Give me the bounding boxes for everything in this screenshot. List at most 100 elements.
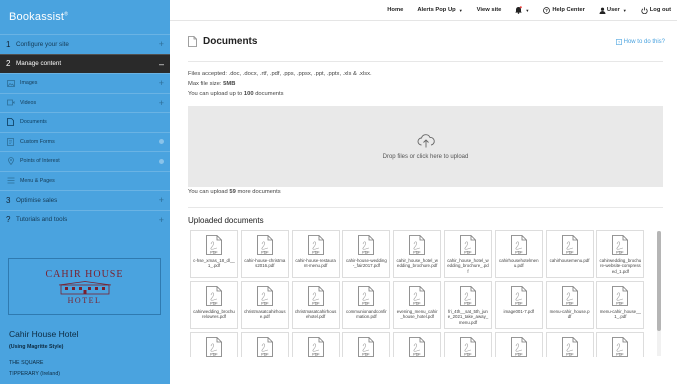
document-tile[interactable]: PDF cahir-house-wedding-_fair2017.pdf bbox=[342, 230, 391, 278]
alerts-popup-menu[interactable]: Alerts Pop Up ▼ bbox=[417, 7, 462, 13]
document-tile[interactable]: PDF cahirwedding_brochure-website-compres… bbox=[596, 230, 645, 278]
document-filename: evening_menu_cahir_house_hotel.pdf bbox=[396, 309, 438, 320]
divider bbox=[188, 207, 663, 208]
document-tile[interactable]: PDF cahirhousehotelmenu.pdf bbox=[494, 230, 543, 278]
document-filename: cahir-house-restaurant-menu.pdf bbox=[295, 258, 336, 269]
document-filename: fri_4th__sat_5th_june_2021_take_away_men… bbox=[447, 309, 489, 325]
pdf-file-icon: PDF bbox=[561, 337, 578, 357]
help-center-link[interactable]: ? Help Center bbox=[543, 6, 585, 14]
sidebar-item-custom-forms[interactable]: Custom Forms bbox=[0, 131, 170, 152]
hotel-address-line2: TIPPERARY (Ireland) bbox=[9, 371, 61, 377]
pdf-badge: PDF bbox=[210, 250, 218, 254]
sidebar-item-manage-content[interactable]: 2 Manage content – bbox=[0, 53, 170, 73]
document-filename: cahir-house-christmas2016.pdf bbox=[244, 258, 286, 269]
pdf-file-icon: PDF bbox=[358, 337, 375, 357]
pdf-file-icon: PDF bbox=[256, 286, 273, 306]
document-tile[interactable]: PDF cahir_house_hotel_wedding_brochure.pd… bbox=[393, 230, 442, 278]
pdf-file-icon: PDF bbox=[409, 235, 426, 255]
document-tile[interactable]: PDF bbox=[494, 332, 543, 357]
sidebar-item-tutorials-tools[interactable]: ? Tutorials and tools + bbox=[0, 209, 170, 230]
pdf-file-icon: PDF bbox=[256, 235, 273, 255]
document-filename: menu-cahir_house__1_.pdf bbox=[599, 309, 641, 320]
document-tile[interactable]: PDF bbox=[393, 332, 442, 357]
document-tile[interactable]: PDF bbox=[291, 332, 340, 357]
document-tile[interactable]: PDF bbox=[342, 332, 391, 357]
sidebar-item-configure-site[interactable]: 1 Configure your site + bbox=[0, 34, 170, 54]
upload-dropzone[interactable]: Drop files or click here to upload bbox=[188, 106, 663, 187]
document-icon bbox=[188, 36, 197, 47]
image-icon bbox=[5, 79, 16, 87]
document-filename: cahir-house-wedding-_fair2017.pdf bbox=[346, 258, 387, 269]
document-tile[interactable]: PDF cahirwedding_brochurelowres.pdf bbox=[190, 281, 238, 329]
pdf-badge: PDF bbox=[261, 301, 269, 305]
pdf-file-icon: PDF bbox=[460, 337, 476, 357]
menu-icon bbox=[5, 177, 16, 184]
scrollbar-thumb[interactable] bbox=[657, 231, 661, 331]
document-tile[interactable]: PDF menu-cahir_house.pdf bbox=[545, 281, 594, 329]
document-tile[interactable]: PDF bbox=[545, 332, 594, 357]
pdf-file-icon: PDF bbox=[256, 337, 273, 357]
document-tile[interactable]: PDF image001-7.pdf bbox=[494, 281, 543, 329]
document-tile[interactable]: PDF fri_4th__sat_5th_june_2021_take_away_… bbox=[443, 281, 492, 329]
document-filename: menu-cahir_house.pdf bbox=[549, 309, 590, 320]
pdf-file-icon: PDF bbox=[307, 235, 324, 255]
document-filename: christmasatcahirhousehotel.pdf bbox=[294, 309, 337, 320]
document-tile[interactable]: PDF bbox=[240, 332, 289, 357]
power-icon bbox=[641, 6, 648, 14]
pdf-badge: PDF bbox=[363, 352, 371, 356]
documents-scrollbar[interactable] bbox=[657, 231, 661, 356]
document-tile[interactable]: PDF cahir-house-restaurant-menu.pdf bbox=[291, 230, 340, 278]
sidebar-item-optimise-sales[interactable]: 3 Optimise sales + bbox=[0, 190, 170, 210]
documents-grid: PDF c-hse_xmas_18_dl__1_.pdf PDF cahir-hous… bbox=[188, 230, 664, 357]
pdf-badge: PDF bbox=[261, 352, 269, 356]
view-site-link[interactable]: View site bbox=[477, 7, 502, 13]
max-file-size-text: Max file size: 5MB bbox=[188, 81, 236, 87]
hotel-address-line1: THE SQUARE bbox=[9, 360, 44, 366]
document-tile[interactable]: PDF christmasatcahirhousehotel.pdf bbox=[291, 281, 340, 329]
bell-icon bbox=[515, 6, 523, 14]
notifications-menu[interactable]: ▼ bbox=[515, 6, 529, 14]
pdf-file-icon: PDF bbox=[409, 337, 426, 357]
pdf-file-icon: PDF bbox=[358, 286, 375, 306]
sidebar-item-points-of-interest[interactable]: Points of Interest bbox=[0, 151, 170, 171]
document-tile[interactable]: PDF c-hse_xmas_18_dl__1_.pdf bbox=[190, 230, 238, 278]
collapse-icon: – bbox=[158, 58, 164, 69]
pdf-file-icon: PDF bbox=[460, 235, 476, 255]
home-link[interactable]: Home bbox=[387, 7, 403, 13]
sidebar-item-documents[interactable]: Documents bbox=[0, 112, 170, 132]
cloud-upload-icon bbox=[417, 133, 435, 147]
user-menu[interactable]: User ▼ bbox=[599, 7, 627, 14]
document-tile[interactable]: PDF menu-cahir_house__1_.pdf bbox=[596, 281, 645, 329]
pdf-file-icon: PDF bbox=[206, 286, 222, 306]
how-to-link[interactable]: ? How to do this? bbox=[615, 39, 665, 45]
document-tile[interactable]: PDF bbox=[596, 332, 645, 357]
document-tile[interactable]: PDF bbox=[443, 332, 492, 357]
expand-icon: + bbox=[158, 214, 164, 225]
document-filename: cahir_house_hotel_wedding_brochure_.pdf bbox=[447, 258, 489, 274]
pdf-file-icon: PDF bbox=[510, 235, 527, 255]
help-icon: ? bbox=[543, 6, 551, 14]
bookassist-logo[interactable]: Bookassist® bbox=[9, 11, 68, 23]
map-pin-icon bbox=[5, 157, 16, 166]
sidebar-item-menu-pages[interactable]: Menu & Pages bbox=[0, 170, 170, 191]
pdf-file-icon: PDF bbox=[612, 337, 629, 357]
sidebar: Bookassist® 1 Configure your site + 2 Ma… bbox=[0, 0, 170, 384]
main-content: Documents ? How to do this? Files accept… bbox=[170, 22, 677, 384]
pdf-badge: PDF bbox=[210, 301, 218, 305]
document-tile[interactable]: PDF cahir-house-christmas2016.pdf bbox=[240, 230, 289, 278]
sidebar-item-videos[interactable]: Videos + bbox=[0, 92, 170, 113]
document-tile[interactable]: PDF cahirhousemenu.pdf bbox=[545, 230, 594, 278]
document-tile[interactable]: PDF christmasatcahirhouse.pdf bbox=[240, 281, 289, 329]
pdf-file-icon: PDF bbox=[612, 286, 629, 306]
info-badge bbox=[159, 139, 164, 145]
document-tile[interactable]: PDF cahir_house_hotel_wedding_brochure_.p… bbox=[443, 230, 492, 278]
pdf-badge: PDF bbox=[261, 250, 269, 254]
document-tile[interactable]: PDF bbox=[190, 332, 238, 357]
pdf-file-icon: PDF bbox=[561, 235, 578, 255]
sidebar-item-images[interactable]: Images + bbox=[0, 73, 170, 93]
pdf-badge: PDF bbox=[617, 301, 625, 305]
files-accepted-text: Files accepted: .doc, .docx, .rtf, .pdf,… bbox=[188, 71, 372, 77]
document-tile[interactable]: PDF communionandconfirmation.pdf bbox=[342, 281, 391, 329]
logout-link[interactable]: Log out bbox=[641, 6, 671, 14]
document-tile[interactable]: PDF evening_menu_cahir_house_hotel.pdf bbox=[393, 281, 442, 329]
